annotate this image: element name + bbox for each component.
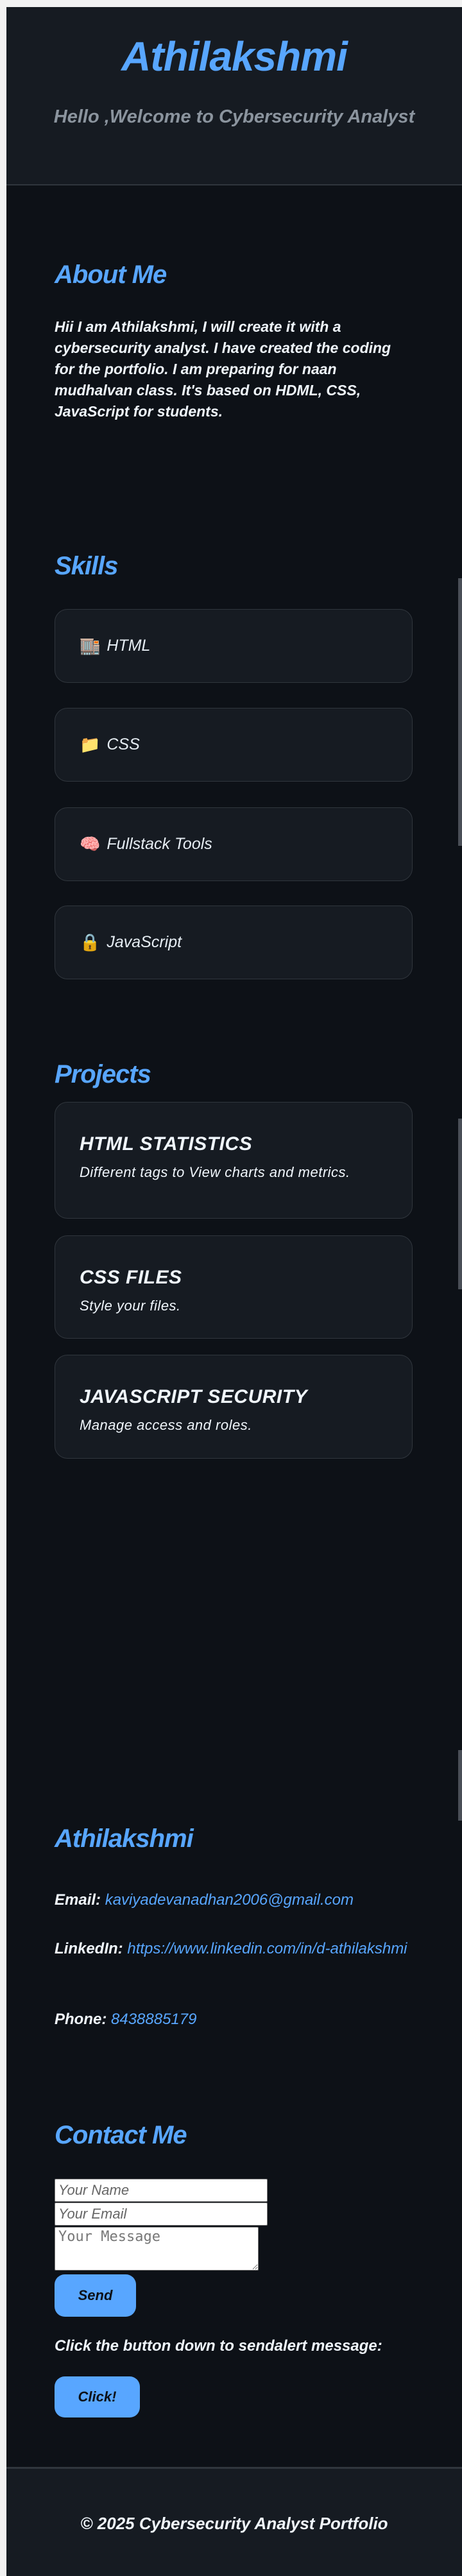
- project-card: HTML STATISTICS Different tags to View c…: [55, 1102, 413, 1219]
- project-desc: Different tags to View charts and metric…: [80, 1164, 350, 1180]
- phone-label: Phone:: [55, 2011, 107, 2028]
- project-title: HTML STATISTICS: [80, 1133, 253, 1155]
- lock-icon: 🔒: [80, 932, 101, 952]
- project-title: JAVASCRIPT SECURITY: [80, 1386, 308, 1407]
- scrollbar[interactable]: [458, 1119, 462, 1289]
- send-button[interactable]: Send: [55, 2274, 136, 2317]
- skill-label: HTML: [107, 637, 151, 655]
- site-subtitle: Hello ,Welcome to Cybersecurity Analyst: [53, 107, 415, 127]
- skill-card-css: 📁 CSS: [55, 708, 413, 782]
- project-title: CSS FILES: [80, 1267, 182, 1288]
- click-button[interactable]: Click!: [55, 2376, 140, 2417]
- skill-label: Fullstack Tools: [107, 835, 212, 853]
- brain-icon: 🧠: [80, 834, 101, 854]
- email-link[interactable]: kaviyadevanadhan2006@gmail.com: [105, 1891, 354, 1909]
- project-desc: Manage access and roles.: [80, 1417, 252, 1433]
- page: Athilakshmi Hello ,Welcome to Cybersecur…: [6, 7, 462, 2576]
- linkedin-link[interactable]: https://www.linkedin.com/in/d-athilakshm…: [127, 1940, 407, 1957]
- skill-card-javascript: 🔒 JavaScript: [55, 906, 413, 979]
- about-text: Hii I am Athilakshmi, I will create it w…: [55, 318, 391, 420]
- email-line: Email: kaviyadevanadhan2006@gmail.com: [55, 1889, 414, 1912]
- site-footer: © 2025 Cybersecurity Analyst Portfolio: [6, 2467, 462, 2576]
- scrollbar[interactable]: [458, 578, 462, 846]
- project-card: CSS FILES Style your files.: [55, 1235, 413, 1339]
- email-label: Email:: [55, 1891, 101, 1909]
- linkedin-label: LinkedIn:: [55, 1940, 123, 1957]
- projects-heading: Projects: [55, 1060, 151, 1088]
- folder-icon: 📁: [80, 735, 101, 754]
- scrollbar[interactable]: [458, 1750, 462, 1821]
- message-textarea[interactable]: [55, 2227, 259, 2271]
- phone-line: Phone: 8438885179: [55, 2008, 414, 2031]
- linkedin-line: LinkedIn: https://www.linkedin.com/in/d-…: [55, 1937, 414, 1961]
- info-heading: Athilakshmi: [55, 1825, 194, 1853]
- about-heading: About Me: [55, 261, 167, 289]
- skill-label: JavaScript: [107, 933, 182, 951]
- skill-card-html: 🏬 HTML: [55, 609, 413, 683]
- project-card: JAVASCRIPT SECURITY Manage access and ro…: [55, 1355, 413, 1459]
- skill-card-fullstack: 🧠 Fullstack Tools: [55, 807, 413, 881]
- phone-link[interactable]: 8438885179: [111, 2011, 196, 2028]
- site-title: Athilakshmi: [121, 33, 348, 80]
- alert-text: Click the button down to sendalert messa…: [55, 2337, 382, 2355]
- skill-label: CSS: [107, 735, 140, 753]
- site-header: Athilakshmi Hello ,Welcome to Cybersecur…: [6, 7, 462, 185]
- email-input[interactable]: [55, 2202, 268, 2226]
- footer-text: © 2025 Cybersecurity Analyst Portfolio: [80, 2514, 388, 2533]
- skills-heading: Skills: [55, 552, 119, 580]
- name-input[interactable]: [55, 2179, 268, 2202]
- contact-heading: Contact Me: [55, 2121, 187, 2149]
- building-icon: 🏬: [80, 636, 101, 655]
- project-desc: Style your files.: [80, 1298, 181, 1314]
